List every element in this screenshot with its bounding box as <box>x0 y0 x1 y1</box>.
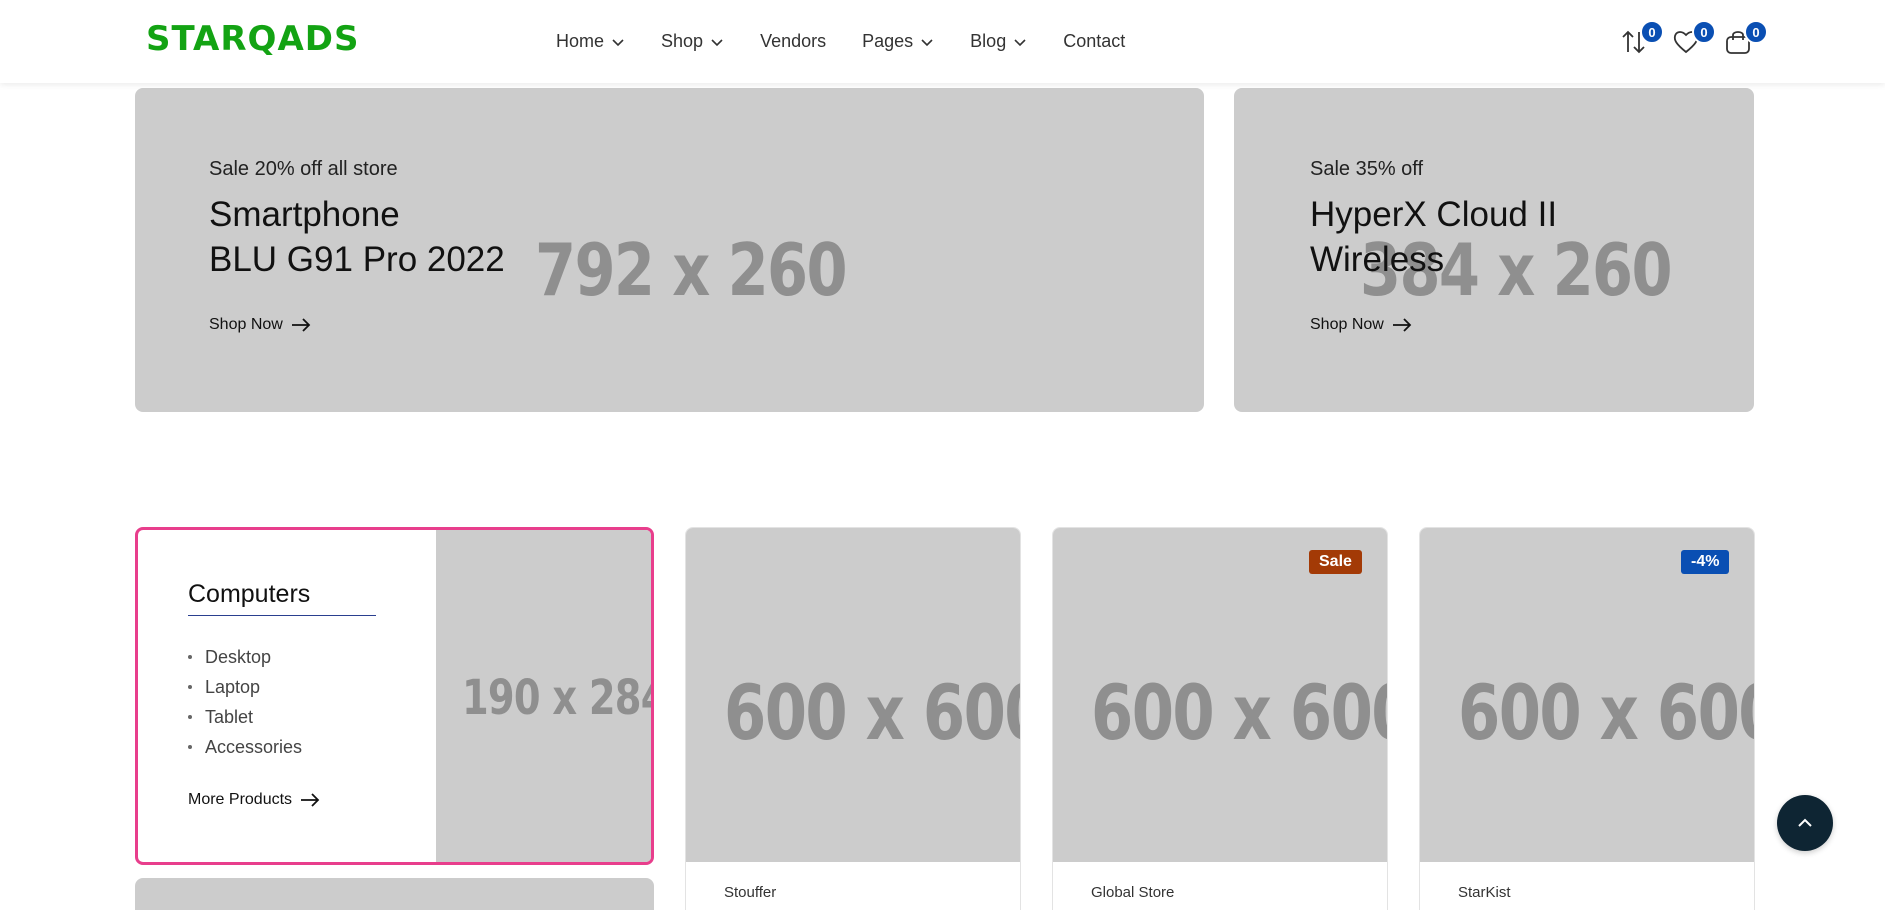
image-placeholder: 600 x 600 <box>1091 668 1388 757</box>
product-vendor[interactable]: StarKist <box>1458 884 1511 901</box>
image-placeholder: 600 x 600 <box>1458 668 1755 757</box>
compare-count-badge: 0 <box>1640 20 1664 44</box>
promo-banner-headset[interactable]: 384 x 260 Sale 35% off HyperX Cloud II W… <box>1234 88 1754 412</box>
promo-banner-smartphone[interactable]: 792 x 260 Sale 20% off all store Smartph… <box>135 88 1204 412</box>
discount-badge: -4% <box>1681 550 1730 574</box>
site-logo[interactable]: STARQADS <box>146 18 359 60</box>
banner-title: Smartphone BLU G91 Pro 2022 <box>209 192 505 282</box>
nav-item-blog[interactable]: Blog <box>970 31 1027 52</box>
bullet-dot <box>188 745 192 749</box>
category-image[interactable]: 190 x 284 <box>436 530 654 862</box>
nav-item-pages[interactable]: Pages <box>862 31 934 52</box>
category-link-label: Desktop <box>205 646 272 667</box>
nav-item-vendors[interactable]: Vendors <box>760 31 826 52</box>
banner-title-line: Smartphone <box>209 195 400 234</box>
image-placeholder: 600 x 600 <box>724 668 1021 757</box>
wishlist-button[interactable]: 0 <box>1672 20 1716 58</box>
site-header: STARQADS Home Shop Vendors Pages Blog Co… <box>0 0 1885 83</box>
product-vendor[interactable]: Stouffer <box>724 884 776 901</box>
chevron-up-icon <box>1798 818 1812 827</box>
arrow-right-icon <box>301 793 320 807</box>
nav-item-label: Shop <box>661 31 704 51</box>
category-link-label: Accessories <box>205 736 303 757</box>
bullet-dot <box>188 715 192 719</box>
sale-badge: Sale <box>1309 550 1362 574</box>
wishlist-count-badge: 0 <box>1692 20 1716 44</box>
product-card[interactable]: 600 x 600 Stouffer <box>685 527 1021 910</box>
product-image[interactable]: 600 x 600 <box>1053 528 1388 862</box>
product-card[interactable]: 600 x 600 Sale Global Store <box>1052 527 1388 910</box>
shop-now-link[interactable]: Shop Now <box>209 316 311 334</box>
scroll-to-top-button[interactable] <box>1777 795 1833 851</box>
category-card-computers: Computers Desktop Laptop Tablet Accessor… <box>135 527 654 865</box>
category-title: Computers <box>188 580 311 608</box>
banner-title-line: BLU G91 Pro 2022 <box>209 240 505 279</box>
compare-button[interactable]: 0 <box>1620 20 1664 58</box>
main-nav: Home Shop Vendors Pages Blog Contact <box>556 0 1161 83</box>
banner-title-line: Wireless <box>1310 240 1445 279</box>
arrow-right-icon <box>1392 318 1412 332</box>
nav-item-label: Home <box>556 31 605 51</box>
category-link-desktop[interactable]: Desktop <box>188 642 302 672</box>
cart-count-badge: 0 <box>1744 20 1768 44</box>
product-image[interactable]: 600 x 600 <box>1420 528 1755 862</box>
nav-item-label: Blog <box>970 31 1007 51</box>
nav-item-label: Contact <box>1063 31 1126 51</box>
shop-now-label: Shop Now <box>209 316 283 333</box>
banner-subtitle: Sale 20% off all store <box>209 158 398 180</box>
banner-subtitle: Sale 35% off <box>1310 158 1424 180</box>
chevron-down-icon <box>1014 38 1026 46</box>
header-actions: 0 0 0 <box>1620 20 1776 58</box>
arrow-right-icon <box>291 318 311 332</box>
banner-title: HyperX Cloud II Wireless <box>1310 192 1557 282</box>
shop-now-link[interactable]: Shop Now <box>1310 316 1412 334</box>
image-placeholder: 792 x 260 <box>535 228 848 312</box>
nav-item-label: Pages <box>862 31 914 51</box>
category-link-label: Tablet <box>205 706 254 727</box>
bullet-dot <box>188 655 192 659</box>
category-link-tablet[interactable]: Tablet <box>188 702 302 732</box>
more-products-link[interactable]: More Products <box>188 791 320 809</box>
product-card[interactable]: 600 x 600 -4% StarKist <box>1419 527 1755 910</box>
nav-item-contact[interactable]: Contact <box>1063 31 1125 52</box>
product-vendor[interactable]: Global Store <box>1091 884 1174 901</box>
bullet-dot <box>188 685 192 689</box>
category-card-next <box>135 878 654 910</box>
nav-item-home[interactable]: Home <box>556 31 625 52</box>
product-image[interactable]: 600 x 600 <box>686 528 1021 862</box>
shop-now-label: Shop Now <box>1310 316 1384 333</box>
nav-item-label: Vendors <box>760 31 827 51</box>
category-link-accessories[interactable]: Accessories <box>188 732 302 762</box>
banner-title-line: HyperX Cloud II <box>1310 195 1558 234</box>
more-products-label: More Products <box>188 791 293 808</box>
category-list: Desktop Laptop Tablet Accessories <box>188 642 302 762</box>
category-title-underline <box>188 615 376 616</box>
cart-button[interactable]: 0 <box>1724 20 1768 58</box>
chevron-down-icon <box>711 38 723 46</box>
chevron-down-icon <box>921 38 933 46</box>
image-placeholder: 190 x 284 <box>462 670 654 726</box>
category-link-label: Laptop <box>205 676 261 697</box>
nav-item-shop[interactable]: Shop <box>661 31 724 52</box>
category-link-laptop[interactable]: Laptop <box>188 672 302 702</box>
chevron-down-icon <box>612 38 624 46</box>
